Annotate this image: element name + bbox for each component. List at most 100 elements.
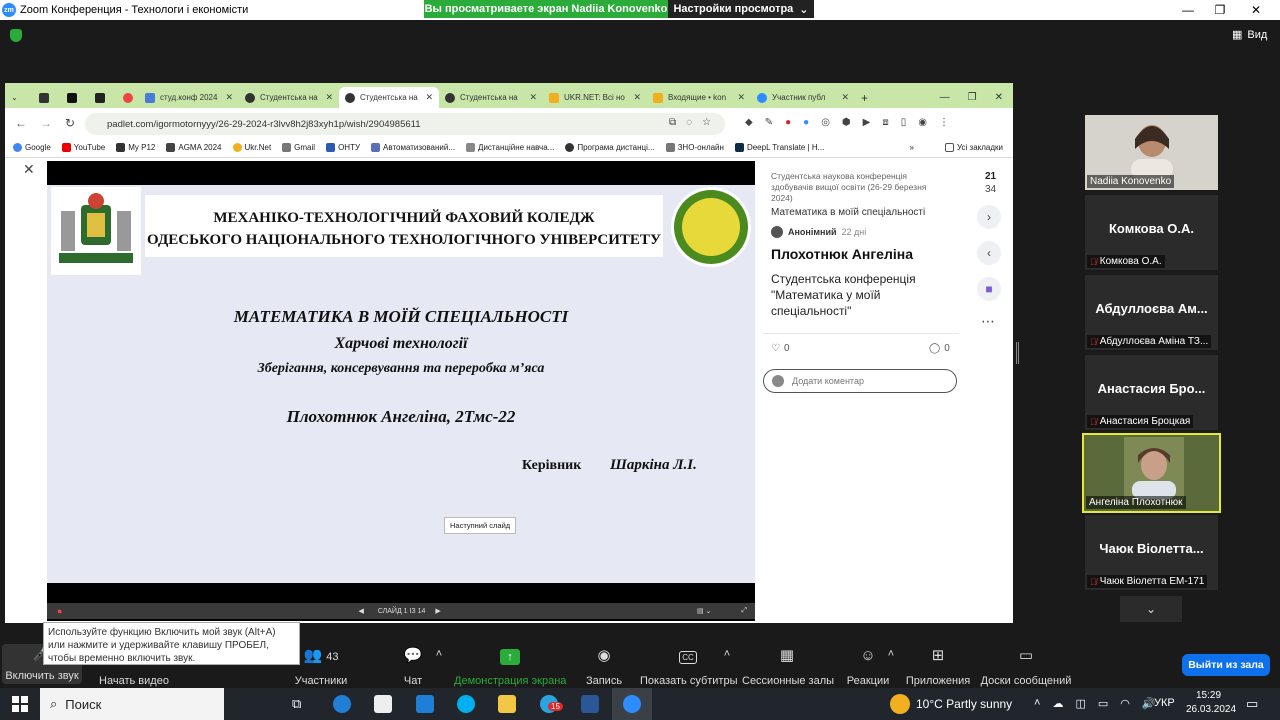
bookmark-zno[interactable]: ЗНО-онлайн — [665, 143, 724, 152]
all-bookmarks[interactable]: Усі закладки — [944, 143, 1003, 152]
reload-icon[interactable]: ↻ — [65, 116, 75, 130]
back-icon[interactable]: ← — [15, 116, 27, 130]
forward-icon[interactable]: → — [40, 116, 52, 130]
participant-tile-active-speaker[interactable]: Ангеліна Плохотнюк — [1082, 433, 1221, 513]
bookmark-myp12[interactable]: My P12 — [116, 143, 155, 152]
prev-slide-icon[interactable]: ◀ — [358, 607, 363, 615]
extension-icon[interactable]: ● — [785, 117, 791, 128]
tab-4[interactable]: Студентська на ✕ — [439, 87, 543, 108]
share-screen-button[interactable]: ↑ Демонстрация экрана — [454, 646, 566, 687]
participant-tile-chayuk[interactable]: Чаюк Віолетта... 🎙̸ Чаюк Віолетта ЕМ-171 — [1085, 515, 1218, 590]
bookmark-agma[interactable]: AGMA 2024 — [166, 143, 222, 152]
apps-button[interactable]: ⊞ Приложения — [904, 646, 972, 687]
tab-pinned-3[interactable] — [89, 87, 117, 108]
bookmark-program[interactable]: Програма дистанці... — [565, 143, 655, 152]
tab-3-active[interactable]: Студентська на ✕ — [339, 87, 439, 108]
clock-time[interactable]: 15:29 — [1196, 690, 1221, 701]
shield-icon[interactable] — [10, 29, 22, 42]
tab-5[interactable]: UKR.NET: Всі но ✕ — [543, 87, 647, 108]
view-settings-button[interactable]: Настройки просмотра ⌄ — [668, 0, 814, 18]
participant-tile-brotskaya[interactable]: Анастасия Бро... 🎙̸ Анастасия Броцкая — [1085, 355, 1218, 430]
weather-icon[interactable] — [890, 694, 910, 714]
restore-icon[interactable]: ❐ — [968, 92, 977, 103]
notifications-icon[interactable]: ▭ — [1246, 696, 1258, 712]
network-icon[interactable]: ◫ — [1075, 697, 1085, 710]
whiteboards-button[interactable]: ▭ Доски сообщений — [980, 646, 1072, 687]
bookmark-distance[interactable]: Дистанційне навча... — [466, 143, 554, 152]
more-bookmarks-icon[interactable]: » — [910, 143, 914, 152]
like-button[interactable]: ♡ 0 — [771, 343, 790, 354]
extension-icon[interactable]: ✎ — [765, 117, 773, 128]
profile-avatar[interactable]: ◉ — [918, 117, 927, 128]
clock-date[interactable]: 26.03.2024 — [1186, 704, 1236, 715]
sidepanel-icon[interactable]: ▯ — [901, 117, 907, 128]
url-field[interactable]: padlet.com/igormotornyyy/26-29-2024-r3lv… — [85, 113, 725, 135]
bookmark-google[interactable]: Google — [13, 143, 51, 152]
bookmark-ukrnet[interactable]: Ukr.Net — [232, 143, 271, 152]
maximize-button[interactable]: ❐ — [1202, 0, 1238, 20]
next-slide-icon[interactable]: ▶ — [435, 607, 440, 615]
bookmark-deepl[interactable]: DeepL Translate | H... — [734, 143, 824, 152]
battery-icon[interactable]: ▭ — [1098, 697, 1108, 710]
comments-button[interactable]: ◯ 0 — [929, 343, 950, 354]
close-icon[interactable]: ✕ — [425, 92, 433, 103]
explorer-icon[interactable] — [498, 695, 516, 713]
bookmark-auto[interactable]: Автоматизований... — [371, 143, 455, 152]
close-icon[interactable]: ✕ — [325, 92, 333, 103]
record-button[interactable]: ◉ Запись — [584, 646, 624, 687]
bookmark-ontu[interactable]: ОНТУ — [326, 143, 360, 152]
zoom-taskbar-button[interactable] — [612, 688, 652, 720]
edge-icon[interactable] — [333, 695, 351, 713]
extension-icon[interactable]: ▶ — [863, 117, 871, 128]
captions-options[interactable]: ˄ — [720, 648, 734, 660]
tab-7[interactable]: Участник публ ✕ — [751, 87, 855, 108]
next-post-button[interactable]: › — [977, 205, 1001, 229]
more-icon[interactable]: ⋯ — [981, 313, 995, 330]
minimize-button[interactable]: — — [1170, 0, 1206, 20]
tab-2[interactable]: Студентська на ✕ — [239, 87, 339, 108]
more-icon[interactable]: ⋮ — [939, 117, 949, 128]
leave-button[interactable]: Выйти из зала — [1182, 654, 1270, 676]
close-button[interactable]: ✕ — [1238, 0, 1274, 20]
prev-post-button[interactable]: ‹ — [977, 241, 1001, 265]
extensions-icon[interactable]: ⧈ — [882, 117, 888, 128]
weather-text[interactable]: 10°C Partly sunny — [916, 697, 1012, 711]
close-icon[interactable]: ✕ — [737, 92, 745, 103]
comment-input[interactable]: Додати коментар — [763, 369, 957, 393]
bookmark-youtube[interactable]: YouTube — [61, 143, 105, 152]
breakout-rooms-button[interactable]: ▦ Сессионные залы — [742, 646, 834, 687]
close-icon[interactable]: ✕ — [633, 92, 641, 103]
wifi-icon[interactable]: ◠ — [1120, 697, 1130, 710]
cloud-icon[interactable]: ☁ — [1052, 697, 1063, 710]
tab-6[interactable]: Входящие • kon ✕ — [647, 87, 751, 108]
reactions-options[interactable]: ˄ — [884, 648, 898, 660]
tab-pinned-4[interactable] — [117, 87, 139, 108]
tab-pinned-1[interactable] — [33, 87, 61, 108]
eye-off-icon[interactable]: ◌ — [686, 117, 692, 128]
participant-tile-nadiia[interactable]: Nadiia Konovenko — [1085, 115, 1218, 190]
mail-icon[interactable] — [416, 695, 434, 713]
scroll-down-button[interactable]: ⌄ — [1120, 596, 1182, 622]
extension-icon[interactable]: ● — [803, 117, 809, 128]
slide-view-icon[interactable]: ▤ ⌄ — [697, 607, 711, 615]
task-view-icon[interactable]: ⧉ — [292, 696, 301, 712]
close-icon[interactable]: ✕ — [995, 92, 1003, 103]
close-icon[interactable]: ✕ — [841, 92, 849, 103]
view-button[interactable]: ▦ Вид — [1232, 28, 1267, 42]
store-icon[interactable] — [374, 695, 392, 713]
new-tab-button[interactable]: + — [855, 87, 879, 108]
taskbar-search[interactable]: ⌕ Поиск — [40, 688, 224, 720]
close-icon[interactable]: ✕ — [529, 92, 537, 103]
close-icon[interactable]: ✕ — [225, 92, 233, 103]
language-indicator[interactable]: УКР — [1154, 697, 1175, 709]
extension-icon[interactable]: ◆ — [745, 117, 753, 128]
word-icon[interactable] — [581, 695, 599, 713]
participant-tile-komkova[interactable]: Комкова О.А. 🎙̸ Комкова О.А. — [1085, 195, 1218, 270]
resize-handle[interactable] — [1016, 342, 1019, 364]
bookmark-gmail[interactable]: Gmail — [282, 143, 315, 152]
chat-options[interactable]: ˄ — [432, 648, 446, 660]
tab-pinned-2[interactable] — [61, 87, 89, 108]
close-icon[interactable]: ✕ — [23, 161, 35, 178]
fullscreen-icon[interactable]: ⤢ — [741, 607, 747, 615]
windows-start-icon[interactable] — [12, 696, 28, 712]
